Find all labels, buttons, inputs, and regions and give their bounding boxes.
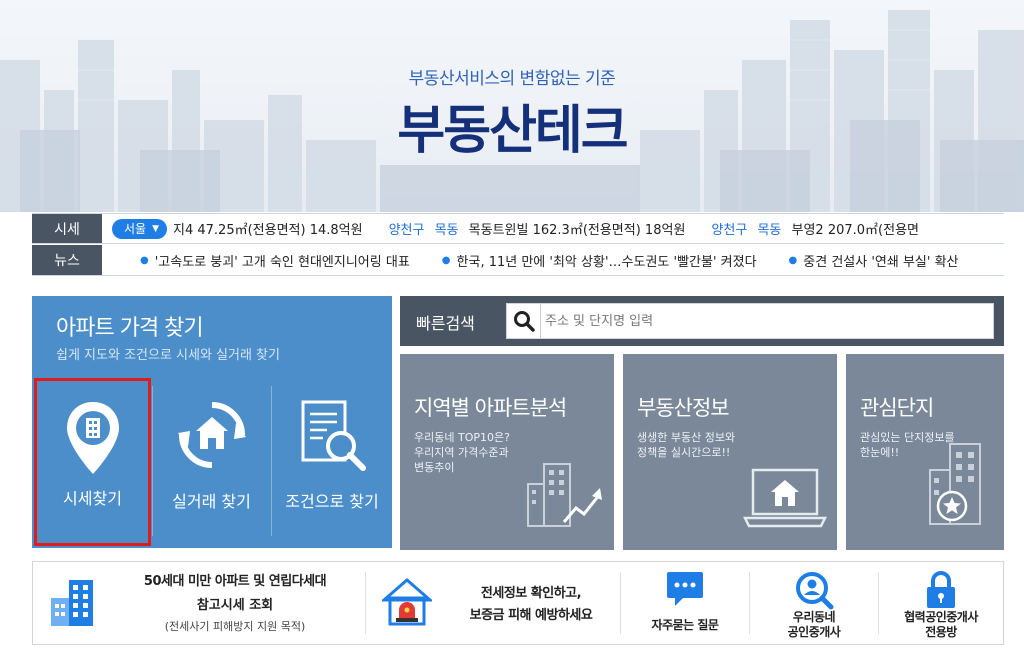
realtor-search-icon <box>750 570 878 610</box>
news-item-text: 한국, 11년 만에 '최악 상황'…수도권도 '빨간불' 켜졌다 <box>456 254 757 270</box>
quick-search-input[interactable] <box>545 304 985 338</box>
partner-realtor-room-button[interactable]: 협력공인중개사 전용방 <box>879 562 1003 644</box>
price-item-dong: 목동 <box>434 223 459 238</box>
real-estate-info-tile[interactable]: 부동산정보 생생한 부동산 정보와 정책을 실시간으로!! <box>623 354 837 550</box>
price-item-dong: 목동 <box>757 223 782 238</box>
local-realtor-button[interactable]: 우리동네 공인중개사 <box>750 562 878 644</box>
tile-desc-line: 정책을 실시간으로!! <box>637 446 731 459</box>
small-complex-price-lookup-button[interactable]: 50세대 미만 아파트 및 연립다세대 참고시세 조회 (전세사기 피해방지 지… <box>33 562 365 644</box>
jeonse-info-check-button[interactable]: 전세정보 확인하고, 보증금 피해 예방하세요 <box>366 562 620 644</box>
news-item-text: 중견 건설사 '연쇄 부실' 확산 <box>803 254 959 270</box>
faq-label: 자주묻는 질문 <box>651 618 719 632</box>
condition-search-button[interactable]: 조건으로 찾기 <box>272 378 392 546</box>
actual-transaction-search-button[interactable]: 실거래 찾기 <box>153 378 270 546</box>
quick-search-label: 빠른검색 <box>416 314 475 333</box>
price-ticker: 시세 서울 ▼ 지4 47.25㎡(전용면적) 14.8억원 양천구 목동 목동… <box>32 213 1004 244</box>
quick-search-box <box>506 303 994 339</box>
news-item[interactable]: ● '고속도로 붕괴' 고개 숙인 현대엔지니어링 대표 <box>140 251 410 270</box>
bullet-icon: ● <box>140 254 149 266</box>
news-item[interactable]: ● 한국, 11년 만에 '최악 상황'…수도권도 '빨간불' 켜졌다 <box>442 251 757 270</box>
actual-transaction-search-label: 실거래 찾기 <box>172 492 251 511</box>
service-text: (전세사기 피해방지 지원 목적) <box>164 620 306 633</box>
service-text: 우리동네 <box>792 610 836 624</box>
price-item[interactable]: 지4 47.25㎡(전용면적) 14.8억원 <box>173 219 363 238</box>
tile-desc: 생생한 부동산 정보와 정책을 실시간으로!! <box>637 430 787 460</box>
site-logo-title[interactable]: 부동산테크 <box>0 88 1024 163</box>
map-pin-building-icon <box>53 402 133 474</box>
regional-apartment-analysis-tile[interactable]: 지역별 아파트분석 우리동네 TOP10은? 우리지역 가격수준과 변동추이 <box>400 354 614 550</box>
house-refresh-icon <box>172 400 252 470</box>
hero-subtitle: 부동산서비스의 변함없는 기준 <box>408 69 616 89</box>
search-icon[interactable] <box>507 304 541 338</box>
condition-search-label: 조건으로 찾기 <box>285 492 379 511</box>
service-text: 전용방 <box>925 625 957 639</box>
quick-search-bar: 빠른검색 <box>400 296 1004 346</box>
price-item[interactable]: 양천구 목동 목동트윈빌 162.3㎡(전용면적) 18억원 <box>369 219 686 238</box>
region-select[interactable]: 서울 ▼ <box>112 218 168 239</box>
laptop-house-icon <box>743 468 827 528</box>
service-text: 참고시세 조회 <box>196 598 274 613</box>
house-alarm-icon <box>382 578 432 626</box>
tile-desc-line: 생생한 부동산 정보와 <box>637 431 736 444</box>
chevron-down-icon: ▼ <box>152 223 160 234</box>
apartment-price-panel: 아파트 가격 찾기 쉽게 지도와 조건으로 시세와 실거래 찾기 시세찾기 실거… <box>32 296 392 548</box>
service-text: 50세대 미만 아파트 및 연립다세대 <box>143 574 327 589</box>
apartment-price-desc: 쉽게 지도와 조건으로 시세와 실거래 찾기 <box>56 348 280 363</box>
market-price-search-label: 시세찾기 <box>63 489 122 508</box>
price-item-text: 지4 47.25㎡(전용면적) 14.8억원 <box>173 223 363 238</box>
tile-title: 부동산정보 <box>637 396 730 420</box>
news-ticker-label: 뉴스 <box>32 245 102 275</box>
price-item-text: 부영2 207.0㎡(전용면 <box>791 223 920 238</box>
news-item[interactable]: ● 중견 건설사 '연쇄 부실' 확산 <box>789 251 959 270</box>
tile-title: 지역별 아파트분석 <box>414 396 567 420</box>
tile-title: 관심단지 <box>860 396 934 420</box>
bullet-icon: ● <box>788 254 798 266</box>
price-item-gu: 양천구 <box>711 223 748 238</box>
chat-bubble-icon <box>621 570 749 608</box>
service-text: 전세정보 확인하고, <box>480 586 582 601</box>
lock-icon <box>879 570 1003 610</box>
price-item[interactable]: 양천구 목동 부영2 207.0㎡(전용면 <box>691 219 919 238</box>
faq-button[interactable]: 자주묻는 질문 <box>621 562 749 644</box>
market-price-search-button[interactable]: 시세찾기 <box>34 378 151 546</box>
hero-banner: 부동산서비스의 변함없는 기준 부동산테크 <box>0 0 1024 212</box>
bullet-icon: ● <box>441 254 451 266</box>
news-ticker: 뉴스 ● '고속도로 붕괴' 고개 숙인 현대엔지니어링 대표 ● 한국, 11… <box>32 245 1004 276</box>
tile-desc-line: 우리동네 TOP10은? <box>414 431 510 444</box>
news-item-text: '고속도로 붕괴' 고개 숙인 현대엔지니어링 대표 <box>154 254 410 270</box>
service-text: 보증금 피해 예방하세요 <box>469 608 593 623</box>
service-text: 협력공인중개사 <box>904 610 978 624</box>
service-bar: 50세대 미만 아파트 및 연립다세대 참고시세 조회 (전세사기 피해방지 지… <box>32 561 1004 645</box>
apartment-buildings-icon <box>51 580 93 626</box>
service-text: 공인중개사 <box>787 625 841 639</box>
price-item-text: 목동트윈빌 162.3㎡(전용면적) 18억원 <box>468 223 686 238</box>
price-ticker-label: 시세 <box>32 214 102 243</box>
price-item-gu: 양천구 <box>388 223 425 238</box>
region-select-value: 서울 <box>124 222 147 236</box>
interest-complex-tile[interactable]: 관심단지 관심있는 단지정보를 한눈에!! <box>846 354 1004 550</box>
buildings-chart-icon <box>527 463 602 527</box>
apartment-price-title: 아파트 가격 찾기 <box>56 316 204 341</box>
building-star-icon <box>929 443 981 525</box>
document-magnifier-icon <box>292 400 372 471</box>
